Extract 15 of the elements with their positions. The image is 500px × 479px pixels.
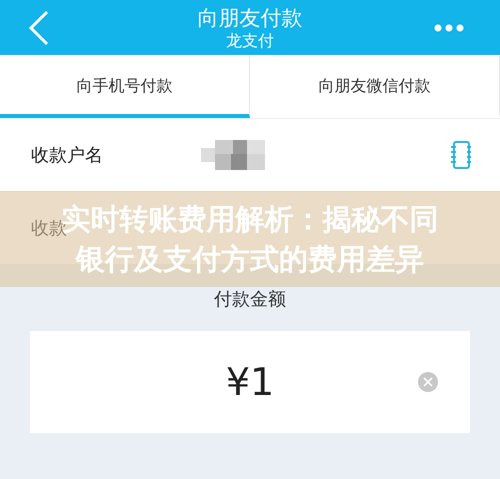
amount-field[interactable]: ¥1: [30, 331, 470, 433]
back-button[interactable]: [28, 10, 50, 46]
field-label: 收款户名: [31, 144, 103, 167]
back-icon: [28, 10, 50, 46]
clear-button[interactable]: [418, 372, 438, 392]
page-title: 向朋友付款: [198, 4, 302, 30]
tab[interactable]: 向手机号付款: [0, 55, 250, 118]
more-button[interactable]: [434, 22, 464, 32]
more-icon: [434, 22, 464, 32]
pixelated-mask: [201, 140, 265, 170]
amount-label: 付款金额: [214, 289, 286, 310]
close-icon: [423, 377, 433, 387]
contacts-book-icon[interactable]: [450, 141, 472, 169]
headline-text: 银行及支付方式的费用差异: [76, 241, 424, 278]
page-subtitle: 龙支付: [226, 30, 274, 50]
